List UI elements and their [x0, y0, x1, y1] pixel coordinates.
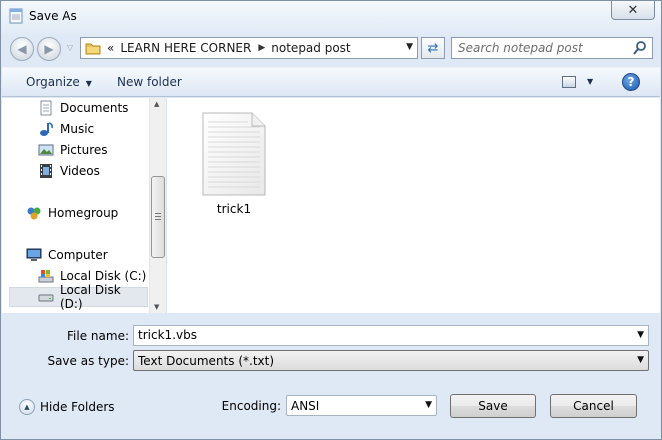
recent-pages-dropdown-icon[interactable]: ▽: [67, 43, 73, 52]
chevron-down-icon[interactable]: ▼: [637, 355, 644, 365]
pictures-icon: [38, 144, 54, 156]
save-type-label: Save as type:: [47, 354, 129, 368]
nav-label: Computer: [48, 248, 108, 262]
organize-label: Organize: [26, 75, 80, 89]
save-as-dialog: Save As ✕ ◀ ▶ ▽ « LEARN HERE CORNER ▶ no…: [0, 0, 662, 440]
nav-item-homegroup[interactable]: Homegroup: [26, 203, 166, 223]
chevron-down-icon[interactable]: ▼: [425, 400, 432, 410]
caret-down-icon: ▼: [85, 79, 92, 88]
navigation-pane: Documents Music Pictures Videos Homegrou…: [2, 98, 166, 313]
nav-item-videos[interactable]: Videos: [38, 161, 166, 181]
file-name-input[interactable]: [138, 328, 601, 342]
breadcrumb-learn-here-corner[interactable]: LEARN HERE CORNER: [120, 41, 251, 55]
file-name-label: trick1: [216, 202, 252, 216]
save-button[interactable]: Save: [450, 394, 536, 418]
nav-item-documents[interactable]: Documents: [38, 98, 166, 118]
nav-item-computer[interactable]: Computer: [26, 245, 166, 265]
cancel-button[interactable]: Cancel: [550, 394, 637, 418]
computer-icon: [26, 248, 42, 261]
notepad-icon: [9, 8, 23, 24]
nav-label: Documents: [60, 101, 129, 115]
forward-arrow-icon: ▶: [44, 42, 54, 56]
encoding-label: Encoding:: [221, 399, 281, 413]
nav-item-music[interactable]: Music: [38, 119, 166, 139]
breadcrumb-notepad-post[interactable]: notepad post: [271, 41, 350, 55]
file-list: trick1: [167, 98, 660, 313]
videos-icon: [40, 164, 52, 178]
save-label: Save: [478, 399, 508, 413]
breadcrumb-overflow[interactable]: «: [107, 41, 114, 55]
hide-folders-button[interactable]: ▲ Hide Folders: [19, 399, 115, 415]
encoding-select[interactable]: ANSI ▼: [286, 395, 437, 416]
encoding-value: ANSI: [291, 399, 320, 413]
nav-scrollbar[interactable]: ▲ ▼: [149, 98, 166, 313]
scroll-up-icon[interactable]: ▲: [154, 100, 159, 108]
save-type-select[interactable]: Text Documents (*.txt) ▼: [133, 350, 649, 371]
cancel-label: Cancel: [573, 399, 614, 413]
documents-icon: [40, 100, 52, 116]
nav-label: Videos: [60, 164, 100, 178]
save-type-value: Text Documents (*.txt): [138, 354, 275, 368]
folder-icon: [85, 43, 101, 55]
command-toolbar: Organize ▼ New folder ▼ ?: [2, 67, 660, 97]
search-icon[interactable]: [632, 40, 648, 56]
close-icon: ✕: [627, 2, 639, 18]
file-name-label: File name:: [67, 329, 129, 343]
music-icon: [40, 122, 53, 136]
forward-button[interactable]: ▶: [37, 37, 61, 61]
file-item[interactable]: trick1: [197, 110, 271, 220]
back-button[interactable]: ◀: [10, 37, 34, 61]
drive-c-icon: [38, 270, 54, 283]
nav-label: Pictures: [60, 143, 108, 157]
search-input[interactable]: [458, 40, 628, 56]
new-folder-label: New folder: [117, 75, 182, 89]
close-button[interactable]: ✕: [611, 1, 655, 20]
view-options-caret-icon[interactable]: ▼: [587, 77, 593, 86]
search-box[interactable]: [451, 37, 653, 59]
new-folder-button[interactable]: New folder: [117, 75, 182, 89]
nav-item-pictures[interactable]: Pictures: [38, 140, 166, 160]
nav-label: Local Disk (C:): [60, 269, 147, 283]
refresh-button[interactable]: ⇄: [421, 37, 445, 59]
help-icon[interactable]: ?: [622, 73, 640, 91]
scroll-down-icon[interactable]: ▼: [154, 303, 159, 311]
chevron-right-icon[interactable]: ▶: [258, 43, 265, 53]
scroll-thumb[interactable]: [151, 176, 165, 258]
nav-item-local-disk-d[interactable]: Local Disk (D:): [9, 283, 148, 311]
hide-folders-label: Hide Folders: [40, 400, 115, 414]
refresh-icon: ⇄: [427, 40, 439, 56]
chevron-down-icon[interactable]: ▼: [637, 330, 644, 340]
nav-label: Local Disk (D:): [59, 283, 121, 311]
window-title: Save As: [29, 9, 77, 23]
change-view-icon[interactable]: [562, 76, 576, 88]
nav-label: Music: [60, 122, 95, 136]
nav-label: Homegroup: [48, 206, 119, 220]
address-bar[interactable]: « LEARN HERE CORNER ▶ notepad post ▼: [80, 37, 418, 59]
back-arrow-icon: ◀: [17, 42, 27, 56]
text-document-icon: [202, 112, 266, 196]
title-bar: Save As ✕: [1, 1, 661, 31]
chevron-down-icon[interactable]: ▼: [406, 42, 413, 52]
file-name-combobox[interactable]: ▼: [133, 325, 649, 346]
drive-d-icon: [38, 294, 54, 302]
grip-icon: [155, 213, 161, 221]
organize-menu[interactable]: Organize ▼: [26, 75, 92, 89]
collapse-up-icon: ▲: [19, 399, 35, 415]
homegroup-icon: [27, 207, 41, 220]
